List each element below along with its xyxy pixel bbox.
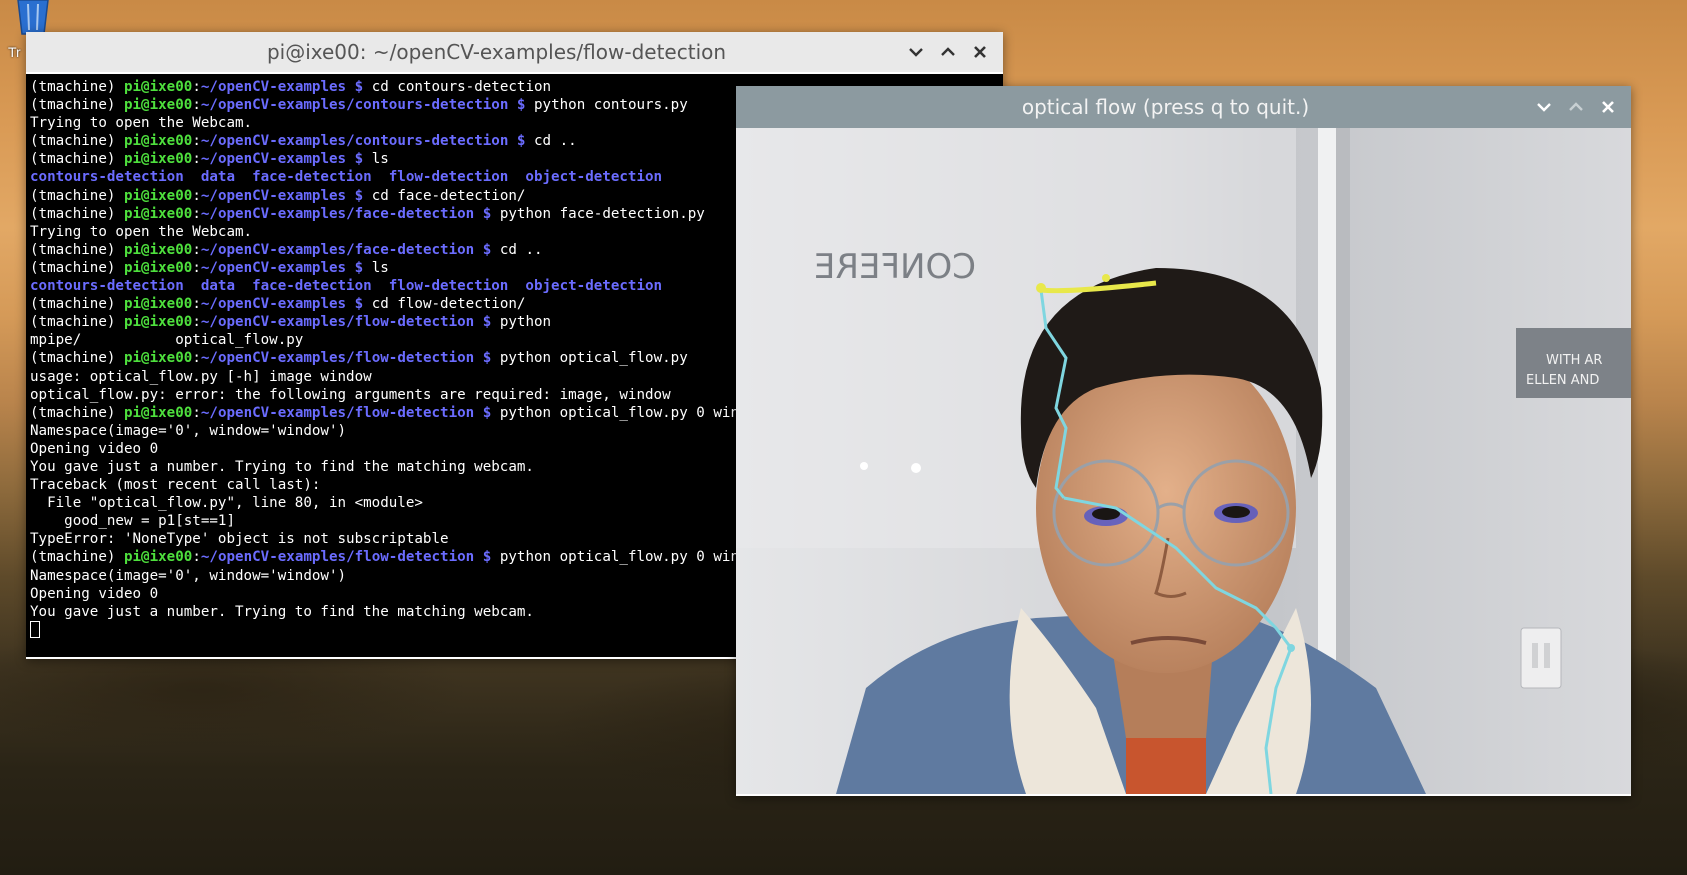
chevron-down-icon[interactable]: [907, 43, 925, 61]
terminal-cursor: [30, 620, 40, 638]
close-icon[interactable]: [1599, 98, 1617, 116]
close-icon[interactable]: [971, 43, 989, 61]
flow-window-controls: [1535, 98, 1631, 116]
webcam-feed[interactable]: CONFERE WITH AR ELLEN AND: [736, 128, 1631, 794]
wall-sign: WITH AR ELLEN AND: [1516, 328, 1631, 398]
terminal-window-controls: [907, 43, 1003, 61]
chevron-down-icon[interactable]: [1535, 98, 1553, 116]
flow-point: [1102, 274, 1110, 282]
svg-text:WITH AR: WITH AR: [1546, 353, 1602, 368]
terminal-titlebar[interactable]: pi@ixe00: ~/openCV-examples/flow-detecti…: [26, 32, 1003, 72]
optical-flow-window[interactable]: optical flow (press q to quit.) CONFERE …: [736, 86, 1631, 796]
webcam-frame: CONFERE WITH AR ELLEN AND: [736, 128, 1631, 794]
svg-text:ELLEN AND: ELLEN AND: [1526, 373, 1599, 388]
trash-icon[interactable]: [6, 0, 60, 36]
chevron-up-icon[interactable]: [939, 43, 957, 61]
flow-point: [1036, 283, 1046, 293]
glass-text: CONFERE: [814, 247, 976, 287]
flow-point: [1287, 644, 1295, 652]
light-switch: [1520, 627, 1562, 689]
flow-titlebar[interactable]: optical flow (press q to quit.): [736, 86, 1631, 128]
trash-label[interactable]: Tr: [8, 44, 21, 60]
flow-title: optical flow (press q to quit.): [1021, 95, 1310, 119]
terminal-title: pi@ixe00: ~/openCV-examples/flow-detecti…: [266, 40, 727, 64]
chevron-up-icon[interactable]: [1567, 98, 1585, 116]
